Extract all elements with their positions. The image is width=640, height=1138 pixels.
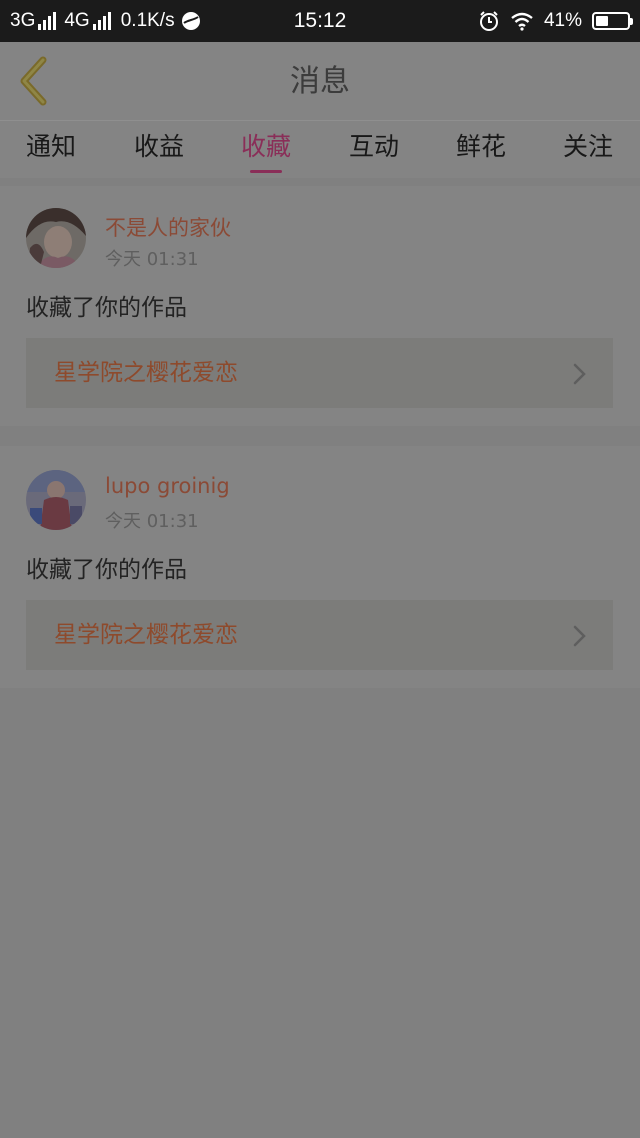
network-type-2: 4G bbox=[64, 10, 90, 31]
status-bar: 3G 4G 0.1K/s 15:12 41% bbox=[0, 0, 640, 42]
tab-label: 鲜花 bbox=[455, 132, 506, 161]
messages-screen: 消息 通知 收益 收藏 互动 鲜花 关注 不是人的家伙 今天 01:31 收藏了… bbox=[0, 42, 640, 1138]
chevron-right-icon bbox=[573, 625, 586, 647]
browser-icon bbox=[181, 12, 200, 30]
tab-label: 通知 bbox=[25, 132, 76, 161]
avatar[interactable] bbox=[26, 470, 86, 530]
message-card: lupo groinig 今天 01:31 收藏了你的作品 星学院之樱花爱恋 bbox=[0, 446, 640, 688]
username[interactable]: lupo groinig bbox=[105, 474, 230, 498]
page-title: 消息 bbox=[290, 64, 350, 99]
tab-label: 收益 bbox=[133, 132, 184, 161]
message-action: 收藏了你的作品 bbox=[26, 295, 187, 321]
wifi-icon bbox=[511, 12, 533, 31]
signal-icon bbox=[92, 12, 111, 30]
tab-favorites[interactable]: 收藏 bbox=[216, 121, 316, 179]
tab-flowers[interactable]: 鲜花 bbox=[431, 121, 531, 179]
message-card: 不是人的家伙 今天 01:31 收藏了你的作品 星学院之樱花爱恋 bbox=[0, 186, 640, 426]
username[interactable]: 不是人的家伙 bbox=[105, 212, 231, 242]
back-arrow-icon[interactable] bbox=[10, 54, 60, 108]
avatar-image bbox=[26, 208, 86, 268]
battery-percent: 41% bbox=[543, 10, 582, 31]
alarm-icon bbox=[479, 11, 498, 31]
tab-interactions[interactable]: 互动 bbox=[324, 121, 424, 179]
network-speed: 0.1K/s bbox=[120, 10, 175, 31]
status-right: 41% bbox=[478, 0, 633, 42]
tab-earnings[interactable]: 收益 bbox=[109, 121, 209, 179]
work-title: 星学院之樱花爱恋 bbox=[54, 622, 238, 648]
work-link[interactable]: 星学院之樱花爱恋 bbox=[26, 600, 613, 670]
tab-notifications[interactable]: 通知 bbox=[1, 121, 101, 179]
tab-bar: 通知 收益 收藏 互动 鲜花 关注 bbox=[0, 120, 640, 178]
tab-following[interactable]: 关注 bbox=[538, 121, 638, 179]
message-time: 今天 01:31 bbox=[105, 511, 199, 532]
tab-label: 关注 bbox=[562, 132, 613, 161]
tab-label: 互动 bbox=[348, 132, 399, 161]
message-action: 收藏了你的作品 bbox=[26, 557, 187, 583]
status-left: 3G 4G 0.1K/s bbox=[10, 0, 201, 42]
avatar[interactable] bbox=[26, 208, 86, 268]
active-tab-indicator bbox=[250, 170, 282, 173]
battery-fill bbox=[596, 16, 609, 26]
battery-icon bbox=[592, 12, 633, 30]
work-link[interactable]: 星学院之樱花爱恋 bbox=[26, 338, 613, 408]
title-bar: 消息 bbox=[0, 42, 640, 120]
network-type-1: 3G bbox=[10, 10, 36, 31]
signal-icon bbox=[38, 12, 57, 30]
tab-label: 收藏 bbox=[240, 132, 291, 161]
chevron-right-icon bbox=[573, 363, 586, 385]
avatar-image bbox=[26, 470, 86, 530]
work-title: 星学院之樱花爱恋 bbox=[54, 360, 238, 386]
message-time: 今天 01:31 bbox=[105, 249, 199, 270]
